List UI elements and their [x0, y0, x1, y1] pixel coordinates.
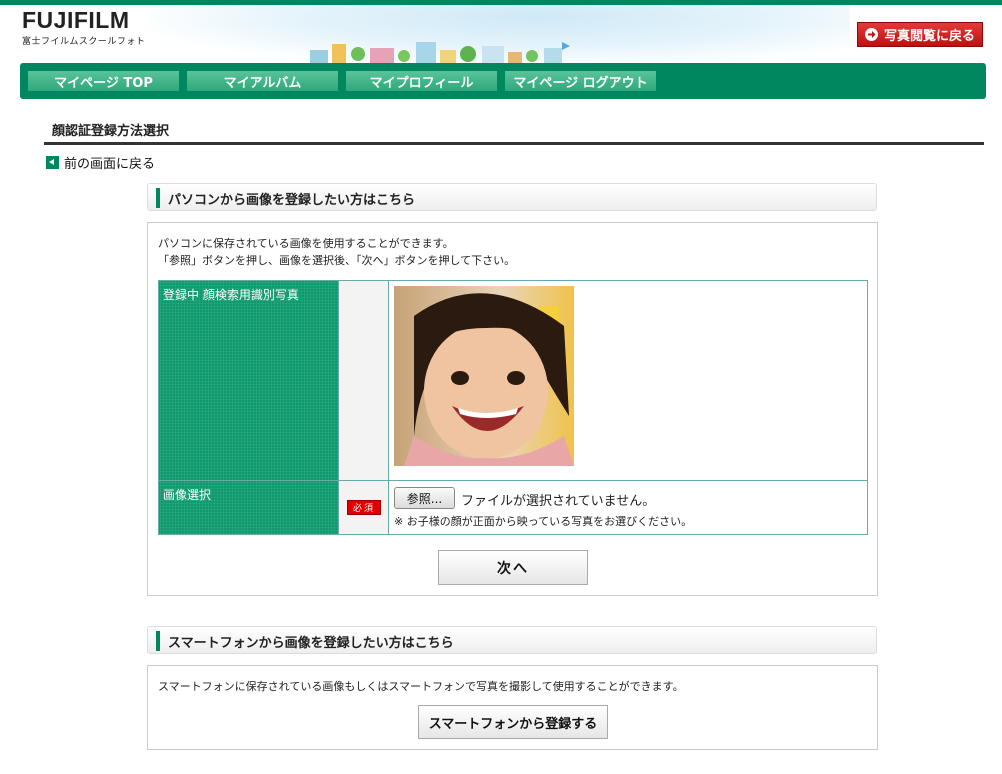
registration-table: 登録中 顔検索用識別写真 画像選択 必須 参照... ファイルが選択されていませ…	[158, 280, 868, 535]
logo-wordmark: FUJIFILM	[22, 7, 130, 33]
back-to-album-label: 写真閲覧に戻る	[883, 29, 975, 44]
nav-my-album[interactable]: マイアルバム	[187, 71, 338, 91]
row-divider	[389, 480, 867, 481]
next-button[interactable]: 次へ	[438, 550, 588, 585]
nav-mypage-top[interactable]: マイページ TOP	[28, 71, 179, 91]
triangle-left-icon	[46, 156, 59, 169]
browse-file-button[interactable]: 参照...	[394, 487, 455, 509]
pc-instruction-line-1: パソコンに保存されている画像を使用することができます。	[158, 237, 454, 250]
logo-subtitle: 富士フイルムスクールフォト	[22, 37, 146, 47]
smartphone-instructions: スマートフォンに保存されている画像もしくはスマートフォンで写真を撮影して使用する…	[158, 680, 684, 693]
file-status-text: ファイルが選択されていません。	[461, 494, 656, 509]
fujifilm-logo[interactable]: FUJIFILM 富士フイルムスクールフォト	[22, 8, 145, 47]
town-illustration	[310, 42, 570, 64]
smartphone-section-heading-text: スマートフォンから画像を登録したい方はこちら	[168, 636, 454, 651]
photo-guidance-note: ※ お子様の顔が正面から映っている写真をお選びください。	[394, 515, 693, 528]
page-title-bar: 顔認証登録方法選択	[44, 114, 984, 145]
registered-photo-label: 登録中 顔検索用識別写真	[159, 281, 339, 481]
arrow-right-icon	[864, 28, 878, 41]
page-title: 顔認証登録方法選択	[52, 124, 170, 139]
required-cell: 必須	[339, 481, 389, 534]
main-navigation: マイページ TOP マイアルバム マイプロフィール マイページ ログアウト	[20, 63, 986, 99]
pc-upload-panel: パソコンに保存されている画像を使用することができます。 「参照」ボタンを押し、画…	[147, 222, 878, 596]
pc-instructions: パソコンに保存されている画像を使用することができます。 「参照」ボタンを押し、画…	[158, 235, 515, 269]
required-badge: 必須	[347, 500, 381, 515]
back-to-previous-label: 前の画面に戻る	[64, 157, 156, 172]
registered-face-photo	[394, 286, 574, 466]
back-to-previous-link[interactable]: 前の画面に戻る	[46, 153, 155, 172]
smartphone-section-heading: スマートフォンから画像を登録したい方はこちら	[147, 626, 877, 654]
pc-section-heading: パソコンから画像を登録したい方はこちら	[147, 183, 877, 211]
registered-photo-spacer	[339, 281, 389, 481]
back-to-album-button[interactable]: 写真閲覧に戻る	[857, 22, 983, 47]
nav-logout[interactable]: マイページ ログアウト	[505, 71, 656, 91]
heading-accent-bar	[156, 631, 160, 651]
smartphone-panel: スマートフォンに保存されている画像もしくはスマートフォンで写真を撮影して使用する…	[147, 665, 878, 750]
nav-my-profile[interactable]: マイプロフィール	[346, 71, 497, 91]
pc-section-heading-text: パソコンから画像を登録したい方はこちら	[168, 193, 416, 208]
heading-accent-bar	[156, 188, 160, 208]
pc-instruction-line-2: 「参照」ボタンを押し、画像を選択後、「次へ」ボタンを押して下さい。	[158, 254, 516, 267]
register-from-smartphone-button[interactable]: スマートフォンから登録する	[418, 705, 608, 739]
image-select-label: 画像選択	[159, 481, 339, 534]
